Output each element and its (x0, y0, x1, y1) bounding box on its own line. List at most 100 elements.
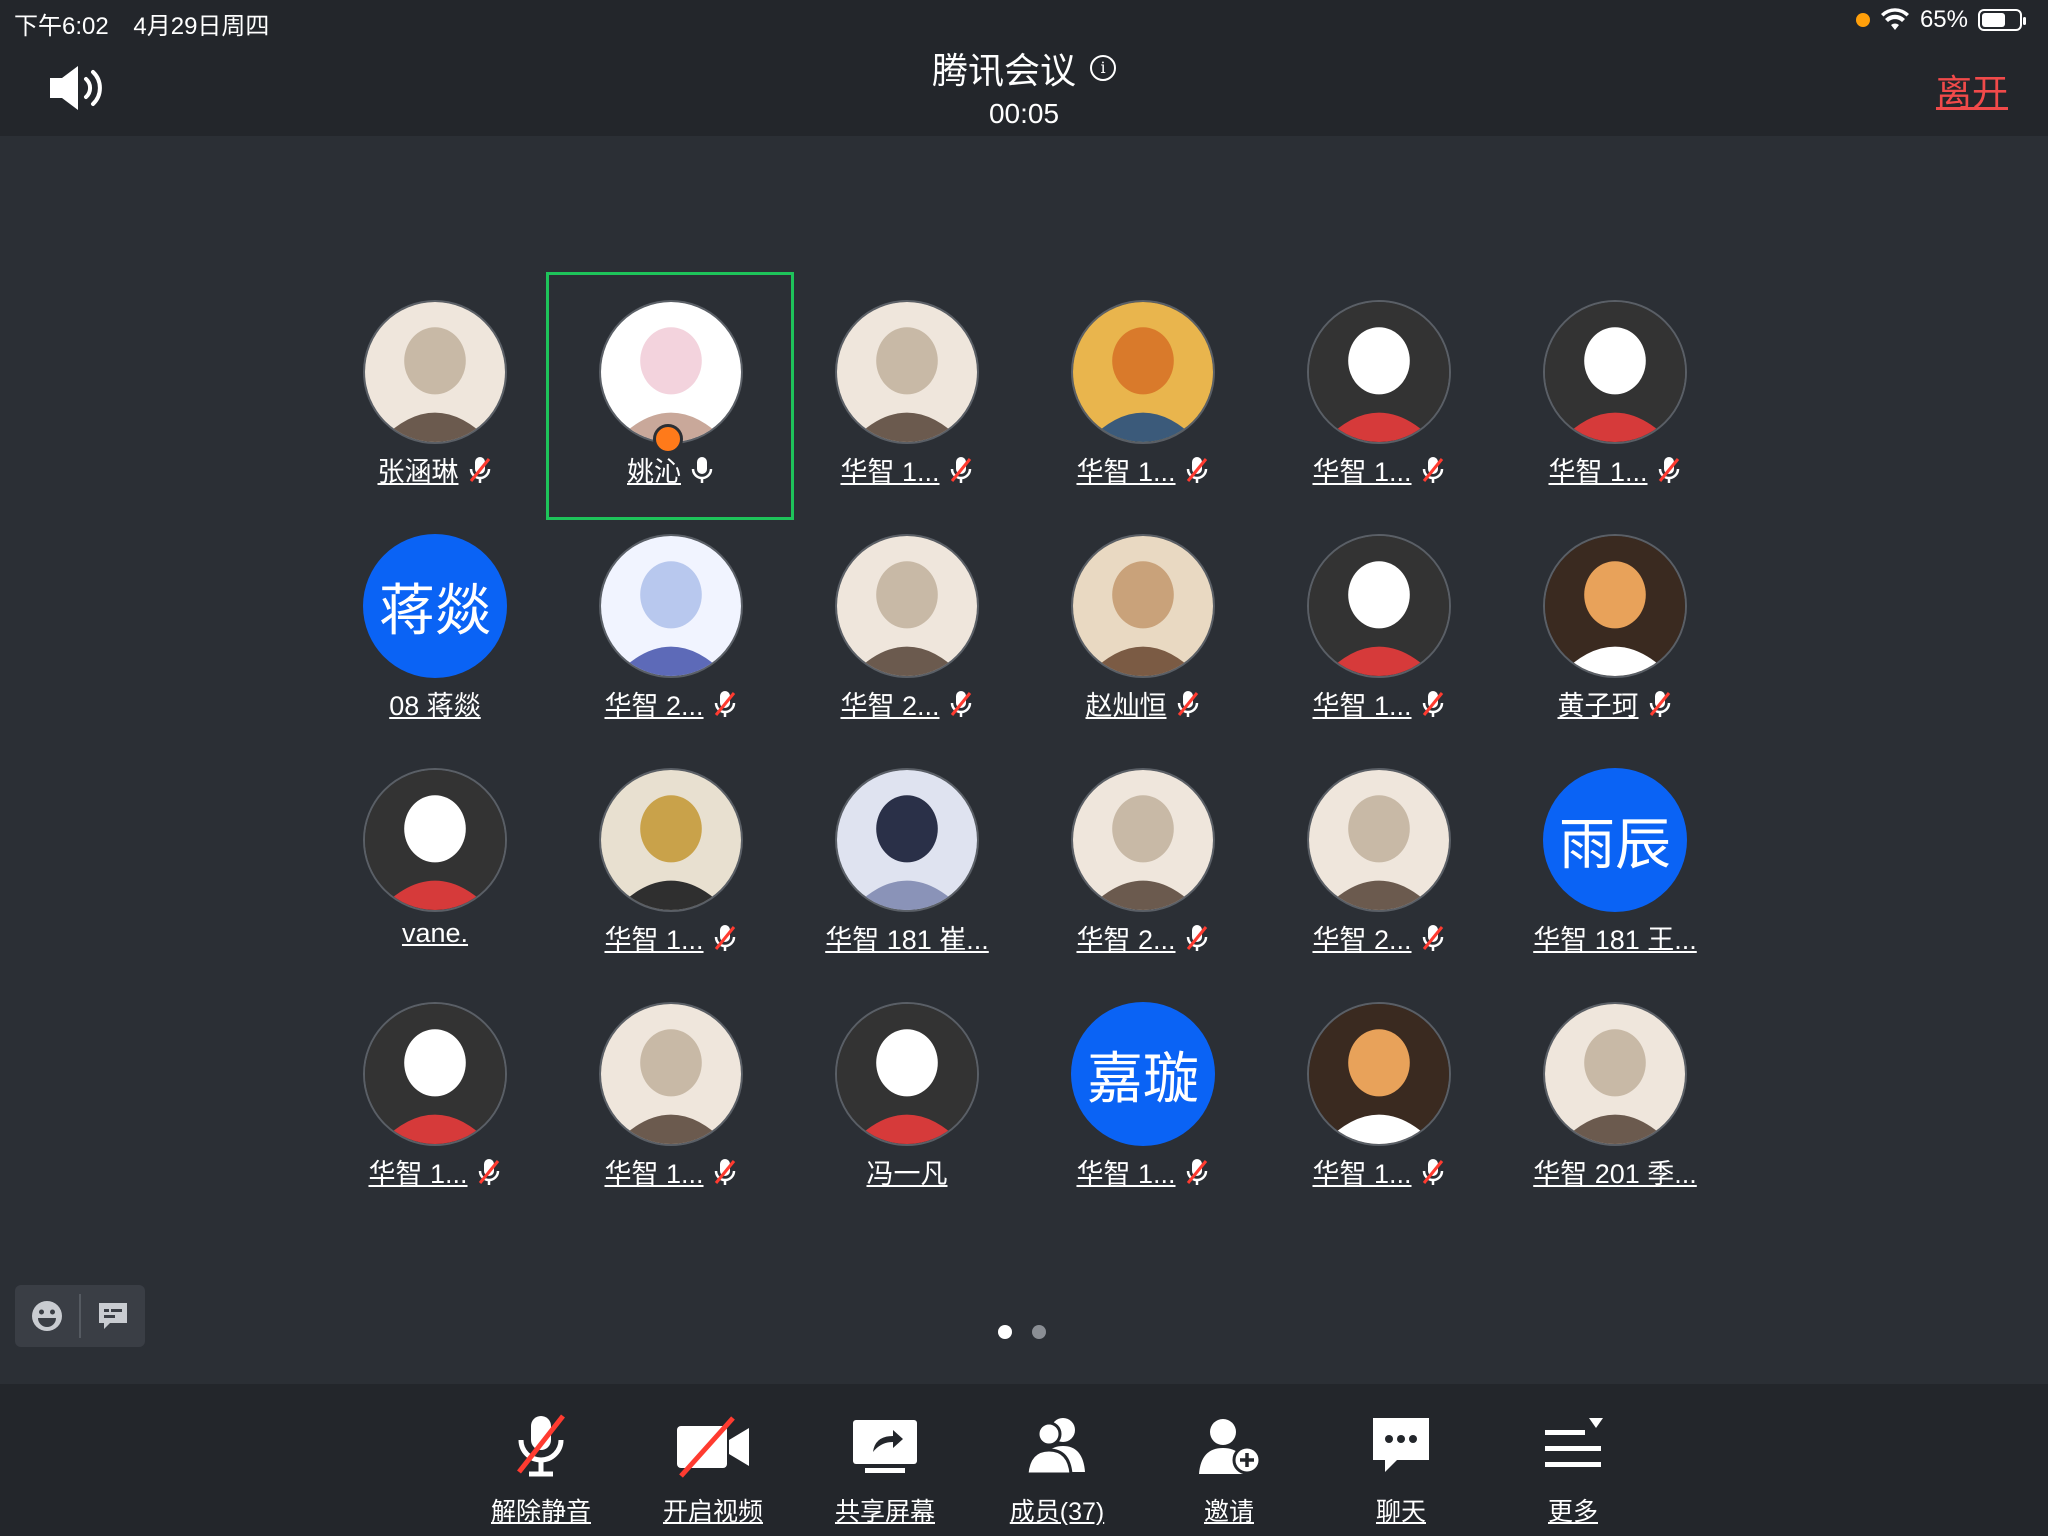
avatar: 雨辰 (1543, 768, 1687, 912)
participant-name-row: 华智 201 季... (1507, 1152, 1723, 1191)
wifi-icon (1880, 8, 1909, 30)
avatar (1071, 300, 1215, 444)
mic-muted-icon (714, 924, 735, 951)
participant-name-row: 冯一凡 (799, 1152, 1015, 1191)
mic-muted-icon (1177, 690, 1198, 717)
participant-name: 华智 2... (604, 691, 704, 721)
participant-tile[interactable]: 华智 1... (1045, 290, 1281, 524)
danmaku-button[interactable] (81, 1285, 145, 1347)
mic-muted-icon (1422, 1158, 1443, 1185)
meeting-timer: 00:05 (988, 98, 1060, 129)
participant-name: 冯一凡 (866, 1159, 948, 1189)
participant-name-row: 08 蒋燚 (327, 684, 543, 723)
avatar (1543, 1002, 1687, 1146)
participant-tile[interactable]: 华智 201 季... (1517, 992, 1753, 1226)
emoji-button[interactable] (15, 1285, 79, 1347)
page-indicator[interactable] (998, 1325, 1046, 1339)
participant-tile[interactable]: 蒋燚 08 蒋燚 (337, 524, 573, 758)
participant-tile[interactable]: 张涵琳 (337, 290, 573, 524)
toolbar-button-chat[interactable]: 聊天 (1315, 1412, 1487, 1528)
participant-name-row: 华智 1... (1035, 450, 1251, 489)
avatar (363, 300, 507, 444)
participant-tile[interactable]: 华智 1... (1281, 992, 1517, 1226)
participant-name-row: 黄子珂 (1507, 684, 1723, 723)
participant-tile[interactable]: 华智 1... (1281, 290, 1517, 524)
toolbar-button-video-off[interactable]: 开启视频 (627, 1412, 799, 1528)
mic-muted-icon (714, 1158, 735, 1185)
avatar-initials: 蒋燚 (379, 578, 491, 642)
participant-tile[interactable]: 姚沁 (573, 290, 809, 524)
status-date: 4月29日周四 (133, 13, 270, 40)
page-dot[interactable] (998, 1325, 1012, 1339)
participant-name: 黄子珂 (1557, 691, 1639, 721)
participant-name-row: 华智 1... (799, 450, 1015, 489)
participant-name: 华智 1... (604, 1159, 704, 1189)
participant-tile[interactable]: 黄子珂 (1517, 524, 1753, 758)
participant-name: 华智 2... (840, 691, 940, 721)
meeting-title-area: 腾讯会议 i 00:05 (0, 42, 2048, 130)
status-bar: 下午6:02 4月29日周四 65% (0, 0, 2048, 40)
avatar (835, 534, 979, 678)
participant-name-row: 华智 1... (1271, 450, 1487, 489)
participant-name-row: 华智 1... (1035, 1152, 1251, 1191)
avatar (599, 1002, 743, 1146)
toolbar-button-members[interactable]: 成员(37) (971, 1412, 1143, 1528)
participant-tile[interactable]: 华智 1... (809, 290, 1045, 524)
avatar (1307, 768, 1451, 912)
participant-name-row: 华智 1... (1271, 684, 1487, 723)
participant-tile[interactable]: 华智 2... (809, 524, 1045, 758)
participant-name-row: 华智 1... (563, 1152, 779, 1191)
participant-tile[interactable]: 华智 1... (337, 992, 573, 1226)
avatar (1543, 534, 1687, 678)
participant-name: 华智 1... (1076, 457, 1176, 487)
share-screen-icon (845, 1412, 925, 1482)
participant-tile[interactable]: 华智 2... (573, 524, 809, 758)
mic-muted-icon (1186, 1158, 1207, 1185)
participant-name: 华智 181 崔... (825, 925, 989, 955)
leave-button[interactable]: 离开 (1936, 64, 2008, 116)
toolbar-button-mic-muted[interactable]: 解除静音 (455, 1412, 627, 1528)
avatar: 嘉璇 (1071, 1002, 1215, 1146)
participant-tile[interactable]: 华智 1... (573, 992, 809, 1226)
avatar (599, 534, 743, 678)
participant-tile[interactable]: 赵灿恒 (1045, 524, 1281, 758)
participant-tile[interactable]: 华智 1... (573, 758, 809, 992)
battery-percent: 65% (1919, 6, 1968, 33)
participant-name-row: 华智 181 王... (1507, 918, 1723, 957)
meeting-title[interactable]: 腾讯会议 i (932, 42, 1116, 94)
participant-tile[interactable]: 华智 1... (1517, 290, 1753, 524)
participant-tile[interactable]: 嘉璇 华智 1... (1045, 992, 1281, 1226)
toolbar-label: 解除静音 (490, 1498, 591, 1526)
page-dot[interactable] (1032, 1325, 1046, 1339)
participant-name-row: 华智 1... (1271, 1152, 1487, 1191)
mic-muted-icon (478, 1158, 499, 1185)
participant-tile[interactable]: 华智 181 崔... (809, 758, 1045, 992)
toolbar-button-invite[interactable]: 邀请 (1143, 1412, 1315, 1528)
mic-muted-icon (1422, 924, 1443, 951)
info-icon[interactable]: i (1090, 55, 1116, 81)
participant-name-row: 张涵琳 (327, 450, 543, 489)
participant-name: 08 蒋燚 (389, 691, 481, 721)
mic-muted-icon (1186, 924, 1207, 951)
participant-name: 赵灿恒 (1085, 691, 1167, 721)
battery-fill (1982, 13, 2006, 27)
participant-tile[interactable]: 冯一凡 (809, 992, 1045, 1226)
avatar (835, 1002, 979, 1146)
toolbar-button-more[interactable]: 更多 (1487, 1412, 1659, 1528)
avatar-initials: 嘉璇 (1087, 1046, 1199, 1110)
participant-tile[interactable]: 华智 2... (1281, 758, 1517, 992)
avatar (1307, 534, 1451, 678)
participant-tile[interactable]: 雨辰 华智 181 王... (1517, 758, 1753, 992)
top-bar: 下午6:02 4月29日周四 65% 腾讯会议 i 00:05 离开 (0, 0, 2048, 136)
mic-muted-icon (1422, 690, 1443, 717)
avatar (1307, 1002, 1451, 1146)
members-icon (1017, 1412, 1097, 1482)
avatar (835, 300, 979, 444)
participant-tile[interactable]: 华智 2... (1045, 758, 1281, 992)
toolbar-button-share-screen[interactable]: 共享屏幕 (799, 1412, 971, 1528)
participant-name: 华智 1... (1312, 1159, 1412, 1189)
participant-tile[interactable]: vane. (337, 758, 573, 992)
participant-tile[interactable]: 华智 1... (1281, 524, 1517, 758)
video-off-icon (673, 1412, 753, 1482)
mic-on-icon (691, 456, 713, 483)
